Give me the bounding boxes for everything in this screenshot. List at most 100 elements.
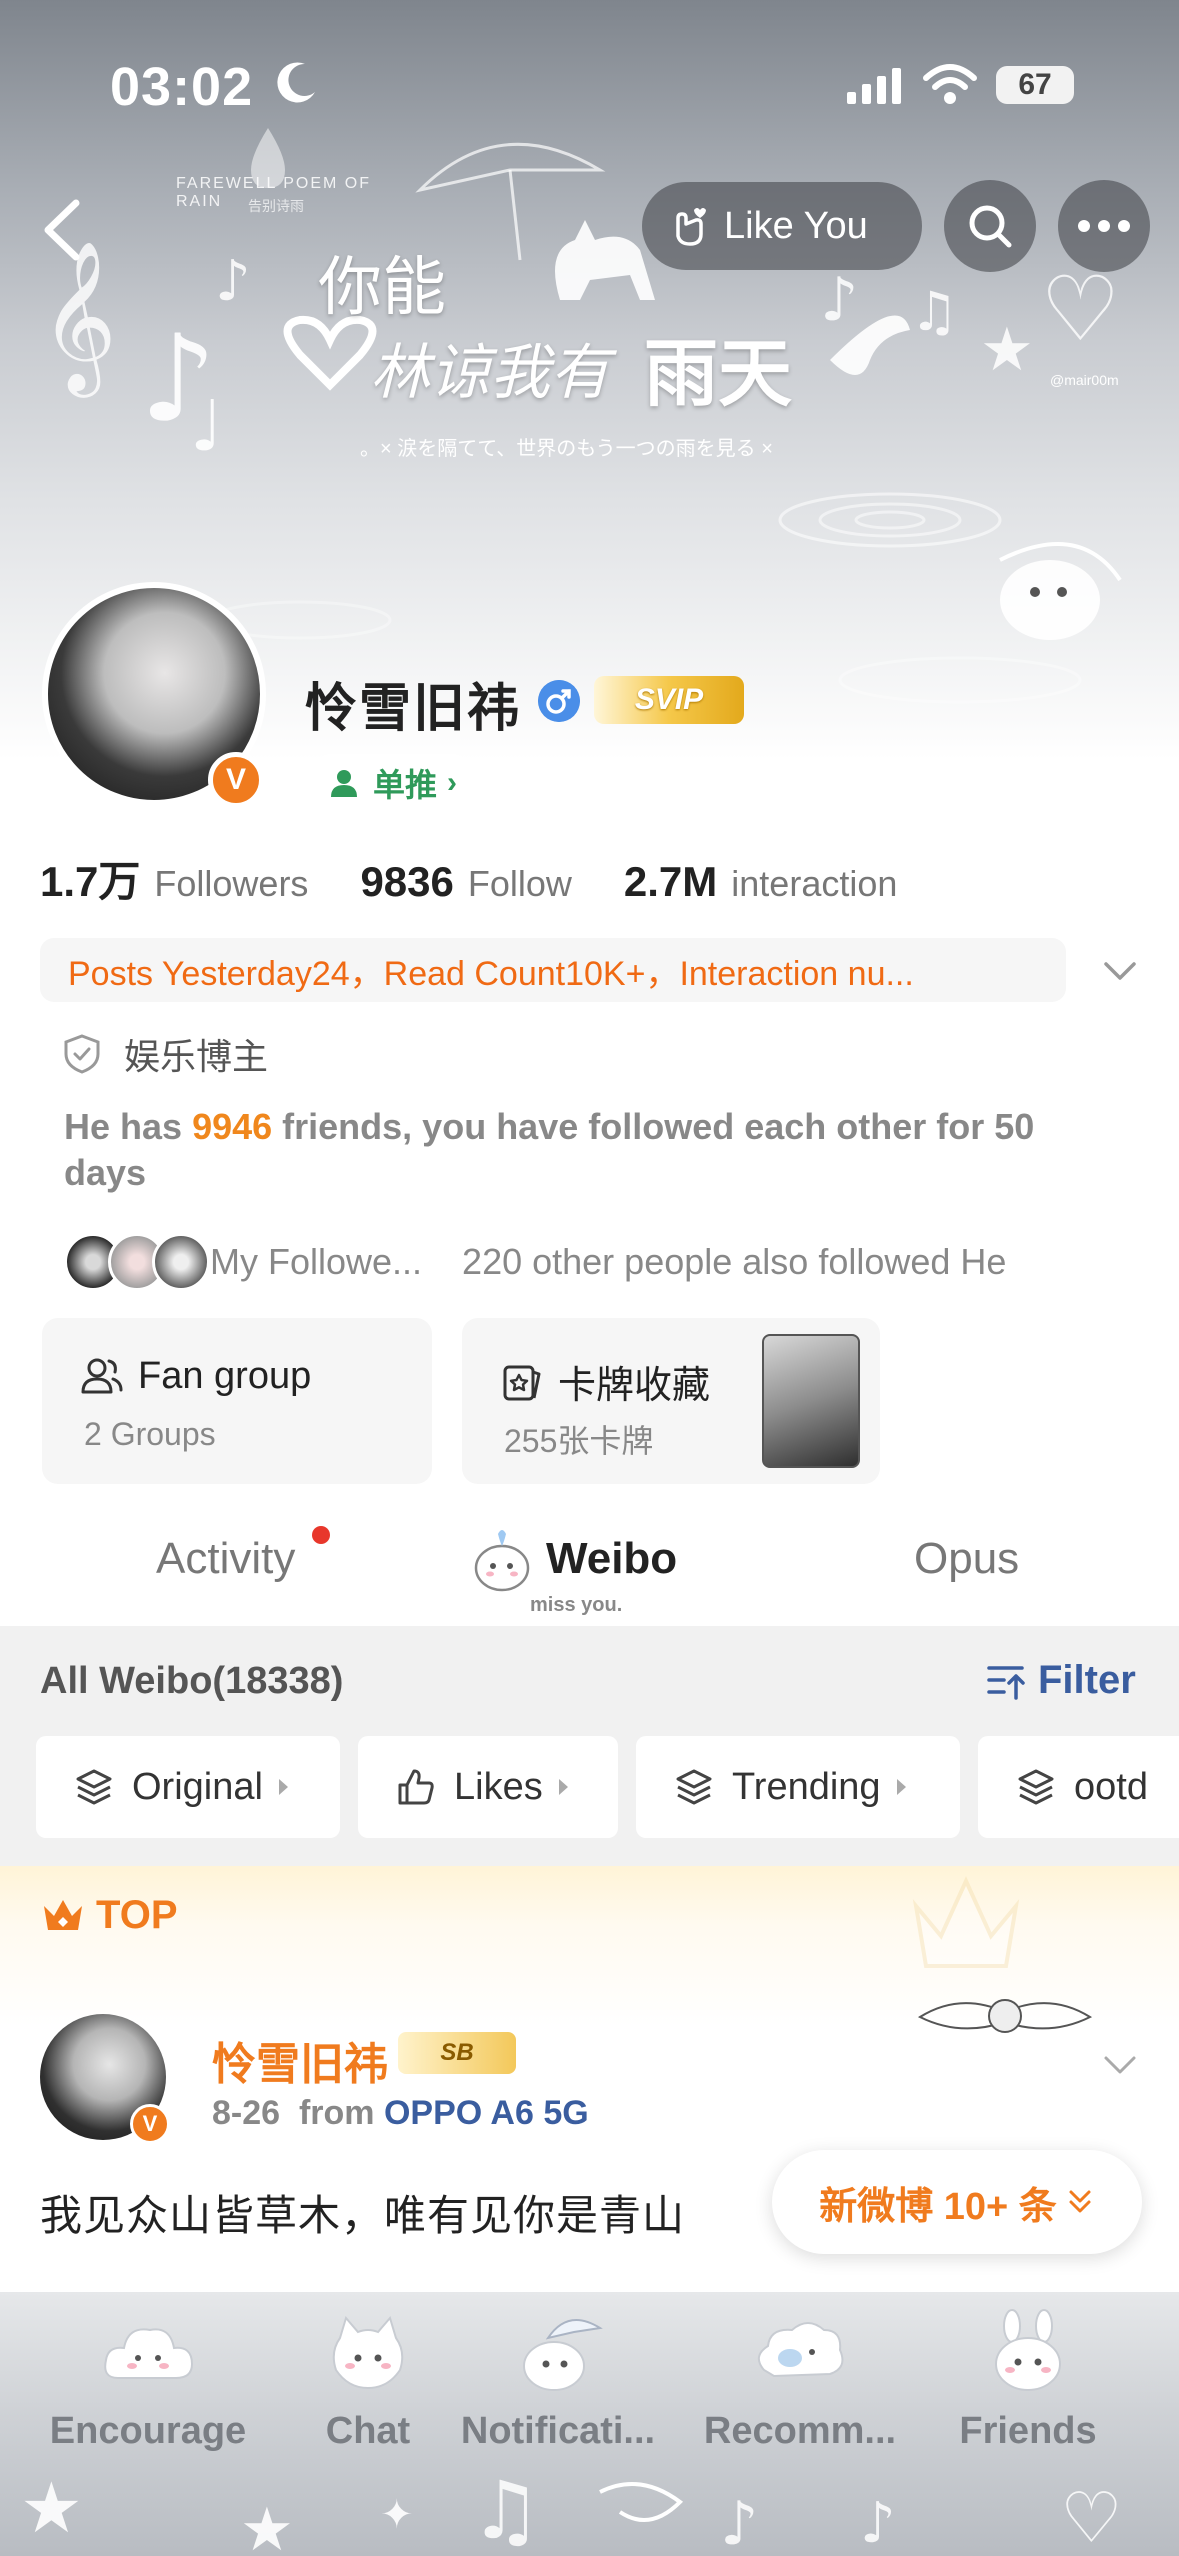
status-time: 03:02 [110, 57, 254, 117]
tag-label: 单推 [373, 767, 438, 803]
interaction-label: interaction [731, 863, 898, 904]
fan-group-title-row: Fan group [80, 1354, 311, 1398]
svg-text:★: ★ [980, 315, 1034, 385]
all-weibo-count: All Weibo(18338) [40, 1660, 344, 1702]
post-meta: 8-26 from OPPO A6 5G [212, 2094, 589, 2133]
category-label: 娱乐博主 [124, 1036, 269, 1077]
chevron-down-icon[interactable] [1100, 954, 1140, 986]
collection-title: 卡牌收藏 [558, 1365, 711, 1407]
stat-followers[interactable]: 1.7万 Followers [40, 848, 308, 909]
banner-title-part3: 雨天 [644, 331, 792, 417]
followers-count: 1.7万 [40, 858, 141, 905]
bird-cloud-icon [757, 2322, 844, 2378]
nav-chat[interactable]: Chat [268, 2308, 468, 2478]
layers-icon [1018, 1769, 1054, 1805]
mascot-icon [474, 1530, 530, 1592]
common-followers-row[interactable]: My Followe... 220 other people also foll… [64, 1232, 1006, 1292]
activity-summary[interactable]: Posts Yesterday24，Read Count10K+，Interac… [40, 938, 1066, 1002]
moon-icon [277, 62, 315, 103]
svg-text:♡: ♡ [1060, 2477, 1123, 2556]
caret-right-icon [896, 1779, 906, 1795]
card-collection-card[interactable]: 卡牌收藏 255张卡牌 [462, 1318, 880, 1484]
banner-watermark-sub: 告别诗雨 [248, 198, 304, 214]
followers-label: Followers [154, 863, 309, 904]
like-you-label: Like You [724, 204, 868, 247]
chip-ootd[interactable]: ootd [978, 1736, 1179, 1838]
profile-stats: 1.7万 Followers 9836 Follow 2.7M interact… [40, 848, 949, 909]
filter-button[interactable]: Filter [986, 1658, 1136, 1703]
svg-text:♪: ♪ [720, 2489, 758, 2556]
friends-count: 9946 [192, 1106, 273, 1147]
tab-weibo[interactable]: Weibo [546, 1534, 677, 1584]
svg-text:★: ★ [20, 2467, 83, 2549]
notification-dot [312, 1526, 330, 1544]
caret-right-icon [558, 1779, 568, 1795]
friends-prefix: He has [64, 1106, 193, 1147]
chip-trending[interactable]: Trending [636, 1736, 960, 1838]
banner-handle: @mair00m [1050, 372, 1119, 388]
stat-interaction[interactable]: 2.7M interaction [624, 858, 897, 906]
top-label-text: TOP [96, 1892, 178, 1937]
bottom-navigation: ★ ★ ♫ ♪ ♪ ♡ ✦ Encourage Chat Notificati.… [0, 2292, 1179, 2556]
svg-text:♫: ♫ [910, 280, 958, 343]
ribbon-badge-icon [917, 1999, 1093, 2033]
svg-text:♩: ♩ [190, 385, 223, 467]
battery-indicator: 67 [996, 66, 1074, 104]
nav-notifications[interactable]: Notificati... [458, 2308, 658, 2478]
svg-text:★: ★ [240, 2495, 294, 2556]
chevron-right-icon: › [447, 766, 458, 799]
new-posts-label: 新微博 10+ 条 [819, 2185, 1057, 2228]
like-you-button[interactable]: Like You [642, 182, 922, 270]
group-icon [81, 1358, 123, 1394]
new-posts-button[interactable]: 新微博 10+ 条 [772, 2150, 1142, 2254]
crown-decoration-icon [912, 1876, 1020, 1968]
search-button[interactable] [944, 180, 1036, 272]
post-author-name[interactable]: 怜雪旧祎 [212, 2028, 388, 2092]
interaction-count: 2.7M [623, 858, 718, 905]
card-star-icon [503, 1365, 541, 1400]
post-verified-badge: V [130, 2104, 170, 2144]
others-followed-label: 220 other people also followed He [462, 1241, 1007, 1282]
more-options-button[interactable] [1058, 180, 1150, 272]
chip-likes-label: Likes [454, 1765, 543, 1808]
tab-activity[interactable]: Activity [156, 1534, 295, 1584]
filter-label: Filter [1038, 1658, 1136, 1702]
collection-count: 255张卡牌 [504, 1423, 654, 1459]
svg-text:♡: ♡ [1040, 257, 1121, 362]
tab-opus[interactable]: Opus [914, 1534, 1019, 1584]
tag-pill[interactable]: 单推 › [305, 754, 480, 812]
more-dots-icon [1078, 220, 1130, 232]
thumbs-up-icon [398, 1769, 434, 1805]
collection-thumbnail [762, 1334, 860, 1468]
back-arrow-icon[interactable] [30, 195, 100, 265]
banner-title-part2: 林谅我有 [370, 338, 610, 408]
chip-trending-label: Trending [732, 1765, 881, 1808]
male-gender-icon [538, 680, 580, 722]
chip-original[interactable]: Original [36, 1736, 340, 1838]
post-source-device: OPPO A6 5G [383, 2094, 589, 2132]
fan-group-count: 2 Groups [84, 1416, 216, 1452]
search-icon [969, 205, 1012, 248]
heart-hand-icon [676, 208, 706, 246]
status-bar: 03:02 67 [0, 0, 1179, 170]
banner-title-part1: 你能 [318, 251, 446, 325]
post-level-badge: SB [398, 2032, 516, 2074]
svg-text:♪: ♪ [215, 249, 251, 314]
cellular-signal-icon [847, 68, 901, 104]
chip-likes[interactable]: Likes [358, 1736, 618, 1838]
wifi-icon [923, 64, 977, 104]
nav-friends[interactable]: Friends [928, 2308, 1128, 2478]
chevron-down-icon[interactable] [1102, 2050, 1138, 2078]
nav-encourage-label: Encourage [49, 2410, 247, 2452]
collection-title-row: 卡牌收藏 [500, 1354, 710, 1409]
double-chevron-down-icon [1069, 2190, 1091, 2213]
svip-badge[interactable]: SVIP [594, 676, 744, 724]
stat-follow[interactable]: 9836 Follow [360, 858, 571, 906]
fan-group-card[interactable]: Fan group 2 Groups [42, 1318, 432, 1484]
nav-recommend[interactable]: Recomm... [700, 2308, 900, 2478]
nav-encourage[interactable]: Encourage [48, 2308, 248, 2478]
category-row: 娱乐博主 [62, 1028, 268, 1080]
fan-group-title: Fan group [138, 1354, 312, 1397]
nav-recommend-label: Recomm... [703, 2410, 897, 2452]
feed-filter-chips: Original Likes Trending ootd [0, 1736, 1179, 1838]
